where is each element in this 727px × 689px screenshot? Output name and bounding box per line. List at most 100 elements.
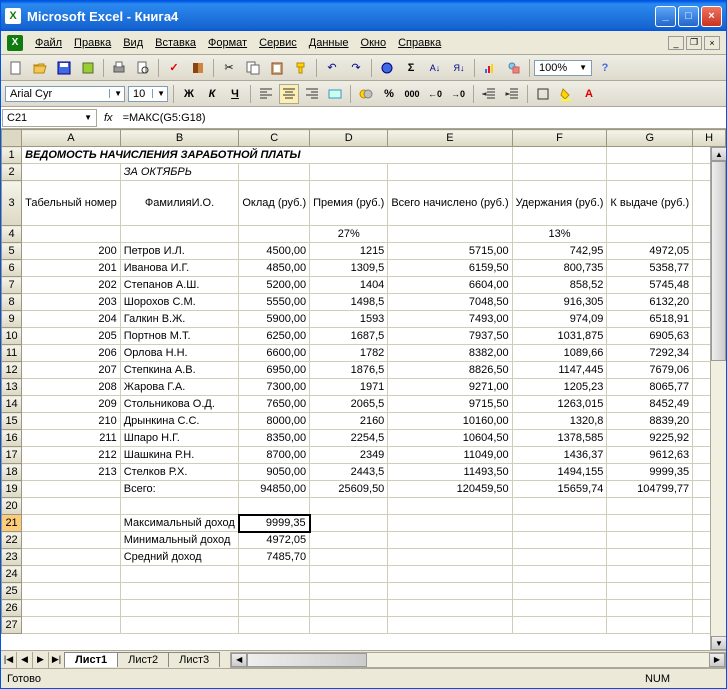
decrease-decimal-button[interactable]: →0 [448, 84, 468, 104]
row-header-11[interactable]: 11 [2, 345, 22, 362]
cell-E25[interactable] [388, 583, 512, 600]
cell-G8[interactable]: 6132,20 [607, 294, 693, 311]
row-header-10[interactable]: 10 [2, 328, 22, 345]
row-header-27[interactable]: 27 [2, 617, 22, 634]
cell-D8[interactable]: 1498,5 [310, 294, 388, 311]
cell-C9[interactable]: 5900,00 [239, 311, 310, 328]
cell-C8[interactable]: 5550,00 [239, 294, 310, 311]
cell-C17[interactable]: 8700,00 [239, 447, 310, 464]
cell-E24[interactable] [388, 566, 512, 583]
sheet-tab-1[interactable]: Лист1 [64, 652, 118, 667]
cell-G19[interactable]: 104799,77 [607, 481, 693, 498]
paste-button[interactable] [266, 57, 288, 79]
cell-B18[interactable]: Стелков Р.Х. [120, 464, 239, 481]
fill-color-button[interactable] [556, 84, 576, 104]
cell-B25[interactable] [120, 583, 239, 600]
cell-B14[interactable]: Стольникова О.Д. [120, 396, 239, 413]
cell-A7[interactable]: 202 [22, 277, 121, 294]
col-header-E[interactable]: E [388, 130, 512, 147]
cell-G12[interactable]: 7679,06 [607, 362, 693, 379]
row-header-6[interactable]: 6 [2, 260, 22, 277]
doc-restore[interactable]: ❐ [686, 36, 702, 50]
col-header-A[interactable]: A [22, 130, 121, 147]
cell-G27[interactable] [607, 617, 693, 634]
row-header-3[interactable]: 3 [2, 181, 22, 226]
cell-D20[interactable] [310, 498, 388, 515]
cell-B23[interactable]: Средний доход [120, 549, 239, 566]
undo-button[interactable]: ↶ [321, 57, 343, 79]
sheet-tab-2[interactable]: Лист2 [117, 652, 169, 667]
row-header-17[interactable]: 17 [2, 447, 22, 464]
menu-insert[interactable]: Вставка [149, 35, 202, 51]
cell-D11[interactable]: 1782 [310, 345, 388, 362]
cell-A17[interactable]: 212 [22, 447, 121, 464]
cell-A22[interactable] [22, 532, 121, 549]
borders-button[interactable] [533, 84, 553, 104]
cell-G6[interactable]: 5358,77 [607, 260, 693, 277]
col-header-D[interactable]: D [310, 130, 388, 147]
cell-empty213[interactable] [607, 515, 693, 532]
cell-C23[interactable]: 7485,70 [239, 549, 310, 566]
help-button[interactable]: ? [594, 57, 616, 79]
cell-D27[interactable] [310, 617, 388, 634]
cell-G4[interactable] [607, 226, 693, 243]
cell-empty232[interactable] [512, 549, 607, 566]
cell-G26[interactable] [607, 600, 693, 617]
menu-help[interactable]: Справка [392, 35, 447, 51]
row-header-19[interactable]: 19 [2, 481, 22, 498]
cell-G9[interactable]: 6518,91 [607, 311, 693, 328]
cell-E20[interactable] [388, 498, 512, 515]
tab-nav-next[interactable]: ▶ [33, 652, 49, 668]
cell-G24[interactable] [607, 566, 693, 583]
cell-E13[interactable]: 9271,00 [388, 379, 512, 396]
merge-button[interactable] [325, 84, 345, 104]
cell-A26[interactable] [22, 600, 121, 617]
cell-B4[interactable] [120, 226, 239, 243]
cell-C27[interactable] [239, 617, 310, 634]
font-name-combo[interactable]: Arial Cyr▼ [5, 86, 125, 102]
cell-D10[interactable]: 1687,5 [310, 328, 388, 345]
cell-E26[interactable] [388, 600, 512, 617]
cell-D19[interactable]: 25609,50 [310, 481, 388, 498]
cell-E7[interactable]: 6604,00 [388, 277, 512, 294]
menu-service[interactable]: Сервис [253, 35, 303, 51]
cell-E19[interactable]: 120459,50 [388, 481, 512, 498]
cell-D17[interactable]: 2349 [310, 447, 388, 464]
cell-empty[interactable] [512, 164, 607, 181]
cell-title[interactable]: ВЕДОМОСТЬ НАЧИСЛЕНИЯ ЗАРАБОТНОЙ ПЛАТЫ [22, 147, 512, 164]
cell-D24[interactable] [310, 566, 388, 583]
italic-button[interactable]: К [202, 84, 222, 104]
row-header-16[interactable]: 16 [2, 430, 22, 447]
decrease-indent-button[interactable] [479, 84, 499, 104]
cell-A21[interactable] [22, 515, 121, 532]
cell-E4[interactable] [388, 226, 512, 243]
cell-F18[interactable]: 1494,155 [512, 464, 607, 481]
cell-G5[interactable]: 4972,05 [607, 243, 693, 260]
row-header-1[interactable]: 1 [2, 147, 22, 164]
hdr-E[interactable]: Всего начислено (руб.) [388, 181, 512, 226]
cell-C6[interactable]: 4850,00 [239, 260, 310, 277]
cell-B17[interactable]: Шашкина Р.Н. [120, 447, 239, 464]
cell-C19[interactable]: 94850,00 [239, 481, 310, 498]
cell-C18[interactable]: 9050,00 [239, 464, 310, 481]
cell-C11[interactable]: 6600,00 [239, 345, 310, 362]
cell-E12[interactable]: 8826,50 [388, 362, 512, 379]
cell-G20[interactable] [607, 498, 693, 515]
cell-G11[interactable]: 7292,34 [607, 345, 693, 362]
cell-empty222[interactable] [512, 532, 607, 549]
bold-button[interactable]: Ж [179, 84, 199, 104]
research-button[interactable] [187, 57, 209, 79]
cell-F24[interactable] [512, 566, 607, 583]
cell-C25[interactable] [239, 583, 310, 600]
cell-F8[interactable]: 916,305 [512, 294, 607, 311]
select-all-corner[interactable] [2, 130, 22, 147]
tab-nav-first[interactable]: |◀ [1, 652, 17, 668]
cell-B2[interactable]: ЗА ОКТЯБРЬ [120, 164, 239, 181]
hdr-F[interactable]: Удержания (руб.) [512, 181, 607, 226]
cell-B27[interactable] [120, 617, 239, 634]
cell-C5[interactable]: 4500,00 [239, 243, 310, 260]
cell-F27[interactable] [512, 617, 607, 634]
cell-D15[interactable]: 2160 [310, 413, 388, 430]
scroll-left-button[interactable]: ◀ [231, 653, 247, 667]
cell-F16[interactable]: 1378,585 [512, 430, 607, 447]
